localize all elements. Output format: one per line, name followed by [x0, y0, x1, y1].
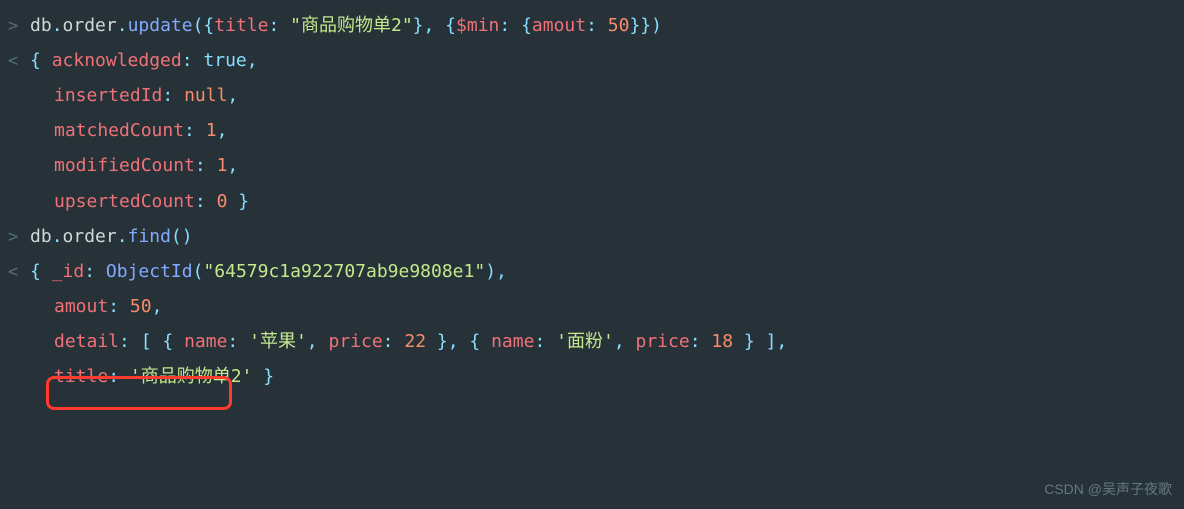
output-line-9: amout: 50,	[0, 289, 1184, 324]
code-content: db.order.update({title: "商品购物单2"}, {$min…	[30, 8, 662, 43]
output-line-5: modifiedCount: 1,	[0, 148, 1184, 183]
code-content: upsertedCount: 0 }	[54, 184, 249, 219]
code-content: matchedCount: 1,	[54, 113, 227, 148]
output-line-11: title: '商品购物单2' }	[0, 359, 1184, 394]
code-content: insertedId: null,	[54, 78, 238, 113]
output-line-4: matchedCount: 1,	[0, 113, 1184, 148]
input-line-1: > db.order.update({title: "商品购物单2"}, {$m…	[0, 8, 1184, 43]
prompt-out-icon: <	[8, 256, 30, 289]
output-line-8: < { _id: ObjectId("64579c1a922707ab9e980…	[0, 254, 1184, 289]
code-content: modifiedCount: 1,	[54, 148, 238, 183]
prompt-out-icon: <	[8, 45, 30, 78]
prompt-in-icon: >	[8, 10, 30, 43]
code-content: { acknowledged: true,	[30, 43, 258, 78]
code-content: { _id: ObjectId("64579c1a922707ab9e9808e…	[30, 254, 507, 289]
output-line-10: detail: [ { name: '苹果', price: 22 }, { n…	[0, 324, 1184, 359]
input-line-7: > db.order.find()	[0, 219, 1184, 254]
code-content: db.order.find()	[30, 219, 193, 254]
output-line-6: upsertedCount: 0 }	[0, 184, 1184, 219]
code-content: amout: 50,	[54, 289, 162, 324]
code-content: detail: [ { name: '苹果', price: 22 }, { n…	[54, 324, 787, 359]
output-line-3: insertedId: null,	[0, 78, 1184, 113]
code-content: title: '商品购物单2' }	[54, 359, 274, 394]
watermark: CSDN @吴声子夜歌	[1044, 476, 1172, 503]
output-line-2: < { acknowledged: true,	[0, 43, 1184, 78]
prompt-in-icon: >	[8, 221, 30, 254]
